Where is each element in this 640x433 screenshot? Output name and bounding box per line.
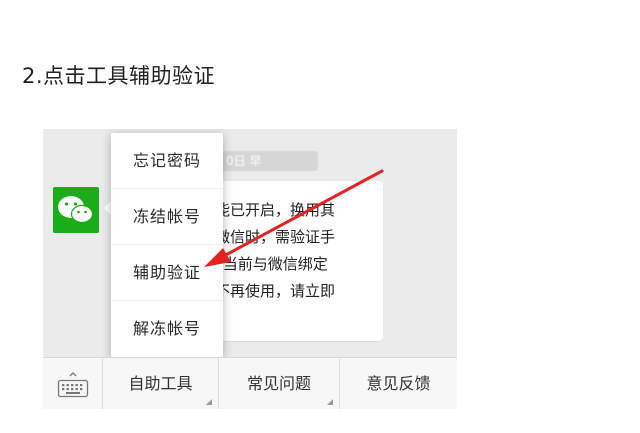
red-arrow-annotation bbox=[204, 169, 384, 267]
